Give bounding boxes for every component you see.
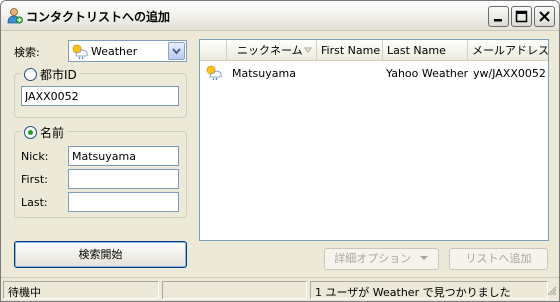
maximize-icon [515, 10, 528, 23]
minimize-icon [494, 19, 502, 22]
search-label: 検索: [14, 46, 40, 59]
name-legend: 名前 [40, 126, 65, 140]
status-message: 1 ユーザが Weather で見つかりました [310, 281, 548, 299]
row-last-name: Yahoo Weather [386, 67, 468, 80]
nick-input[interactable] [68, 146, 179, 166]
window-title: コンタクトリストへの追加 [26, 10, 171, 24]
name-radio[interactable]: 名前 [21, 124, 68, 141]
city-id-radio[interactable]: 都市ID [21, 66, 80, 83]
last-name-input[interactable] [68, 192, 179, 212]
city-id-legend: 都市ID [40, 68, 77, 82]
column-nickname[interactable]: ニックネーム [227, 40, 317, 61]
city-id-radio-button[interactable] [24, 68, 37, 81]
name-radio-button[interactable] [24, 126, 37, 139]
chevron-down-icon[interactable] [168, 42, 185, 60]
sort-desc-icon [304, 40, 312, 61]
table-row[interactable]: Matsuyama Yahoo Weather yw/JAXX0052 [200, 64, 548, 82]
detail-options-button[interactable]: 詳細オプション [324, 248, 439, 270]
maximize-button[interactable] [511, 6, 532, 27]
close-icon [539, 11, 550, 22]
weather-icon [71, 43, 89, 62]
column-last-name[interactable]: Last Name [383, 40, 468, 61]
title-bar[interactable]: コンタクトリストへの追加 [1, 1, 559, 31]
results-list[interactable]: ニックネーム First Name Last Name メールアドレス Mats… [199, 39, 549, 241]
add-to-list-button[interactable]: リストへ追加 [449, 248, 548, 270]
column-first-name[interactable]: First Name [317, 40, 383, 61]
first-label: First: [21, 173, 48, 186]
start-search-button[interactable]: 検索開始 [14, 241, 187, 268]
column-nickname-label: ニックネーム [237, 44, 303, 57]
service-select-value: Weather [91, 45, 138, 58]
dropdown-arrow-icon [419, 256, 428, 260]
nick-label: Nick: [21, 150, 49, 163]
minimize-button[interactable] [488, 6, 509, 27]
status-middle [162, 281, 307, 299]
status-bar: 待機中 1 ユーザが Weather で見つかりました [1, 277, 559, 301]
service-select[interactable]: Weather [68, 40, 187, 62]
weather-icon [205, 64, 223, 83]
column-icon[interactable] [200, 40, 227, 61]
row-nickname: Matsuyama [232, 67, 296, 80]
column-email[interactable]: メールアドレス [468, 40, 548, 61]
last-label: Last: [21, 196, 48, 209]
results-header: ニックネーム First Name Last Name メールアドレス [200, 40, 548, 61]
close-button[interactable] [534, 6, 555, 27]
contact-add-icon [6, 7, 24, 25]
first-name-input[interactable] [68, 169, 179, 189]
row-email: yw/JAXX0052 [473, 67, 546, 80]
detail-options-label: 詳細オプション [334, 252, 412, 265]
resize-grip-icon[interactable] [546, 285, 557, 299]
add-contact-window: コンタクトリストへの追加 検索: Weather 都市ID JAXX0052 名… [0, 0, 560, 302]
status-state: 待機中 [3, 281, 159, 299]
city-id-input[interactable] [21, 86, 179, 106]
